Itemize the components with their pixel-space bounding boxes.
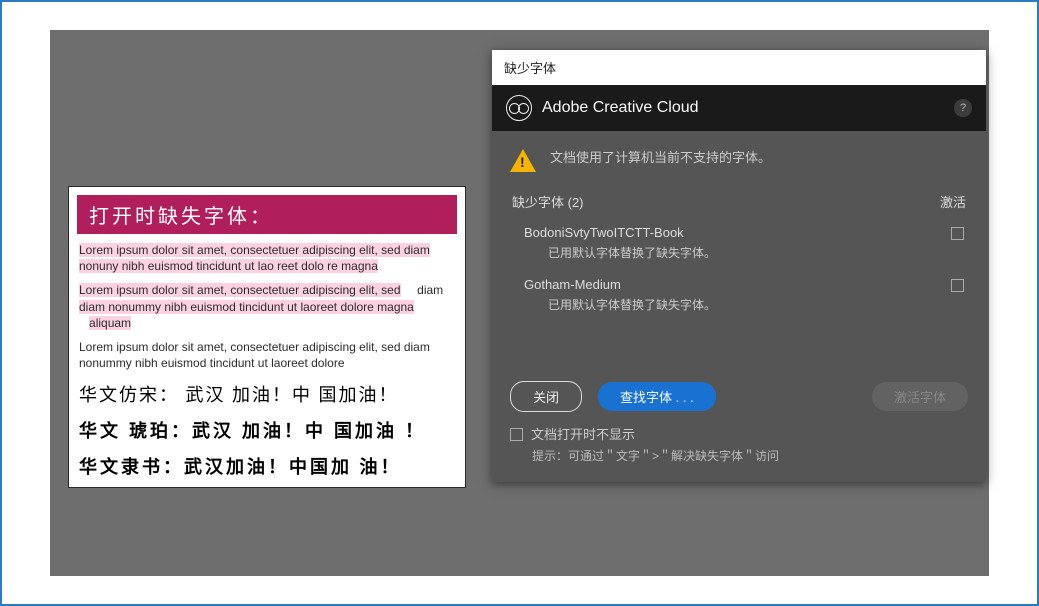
font-note: 已用默认字体替换了缺失字体。 xyxy=(548,296,951,313)
app-canvas: 打开时缺失字体： Lorem ipsum dolor sit amet, con… xyxy=(50,30,989,576)
brand-label: Adobe Creative Cloud xyxy=(542,99,699,117)
font-note: 已用默认字体替换了缺失字体。 xyxy=(548,244,951,261)
font-item: BodoniSvtyTwoITCTT-Book 已用默认字体替换了缺失字体。 xyxy=(510,219,968,271)
dialog-footer: 文档打开时不显示 提示：可通过＂文字＂>＂解决缺失字体＂访问 xyxy=(492,412,986,482)
font-item: Gotham-Medium 已用默认字体替换了缺失字体。 xyxy=(510,271,968,323)
font-list: BodoniSvtyTwoITCTT-Book 已用默认字体替换了缺失字体。 G… xyxy=(510,219,968,369)
dialog-body: 文档使用了计算机当前不支持的字体。 缺少字体 (2) 激活 BodoniSvty… xyxy=(492,131,986,369)
font-name: Gotham-Medium xyxy=(524,277,951,292)
document-title: 打开时缺失字体： xyxy=(77,195,457,234)
doc-paragraph-3: Lorem ipsum dolor sit amet, consectetuer… xyxy=(79,339,455,371)
doc-cn-line-1: 华文仿宋： 武汉 加油！中 国加油！ xyxy=(79,381,455,407)
dont-show-label: 文档打开时不显示 xyxy=(531,424,635,443)
document-window: 打开时缺失字体： Lorem ipsum dolor sit amet, con… xyxy=(68,186,466,488)
doc-cn-line-2: 华文 琥珀：武汉 加油！中 国加油 ！ xyxy=(79,417,455,443)
missing-fonts-dialog: 缺少字体 Adobe Creative Cloud ? 文档使用了计算机当前不支… xyxy=(492,50,986,482)
footer-hint: 提示：可通过＂文字＂>＂解决缺失字体＂访问 xyxy=(532,447,968,464)
warning-text: 文档使用了计算机当前不支持的字体。 xyxy=(550,147,771,166)
close-button[interactable]: 关闭 xyxy=(510,381,582,412)
activate-column-label: 激活 xyxy=(940,192,966,211)
dialog-header: Adobe Creative Cloud ? xyxy=(492,85,986,131)
activate-fonts-button[interactable]: 激活字体 xyxy=(872,382,968,411)
warning-icon xyxy=(510,149,536,172)
doc-paragraph-1: Lorem ipsum dolor sit amet, consectetuer… xyxy=(79,242,455,274)
dialog-titlebar: 缺少字体 xyxy=(492,50,986,85)
find-fonts-button[interactable]: 查找字体 . . . xyxy=(598,382,716,411)
font-list-header: 缺少字体 (2) 激活 xyxy=(510,192,968,219)
creative-cloud-icon xyxy=(506,95,532,121)
doc-cn-line-3: 华文隶书：武汉加油！中国加 油！ xyxy=(79,453,455,479)
missing-count-label: 缺少字体 (2) xyxy=(512,192,584,211)
activate-checkbox[interactable] xyxy=(951,279,964,292)
help-button[interactable]: ? xyxy=(954,99,972,117)
font-name: BodoniSvtyTwoITCTT-Book xyxy=(524,225,951,240)
dialog-buttons: 关闭 查找字体 . . . 激活字体 xyxy=(492,369,986,412)
activate-checkbox[interactable] xyxy=(951,227,964,240)
doc-paragraph-2: Lorem ipsum dolor sit amet, consectetuer… xyxy=(79,282,455,331)
warning-row: 文档使用了计算机当前不支持的字体。 xyxy=(510,147,968,172)
dont-show-checkbox[interactable] xyxy=(510,428,523,441)
